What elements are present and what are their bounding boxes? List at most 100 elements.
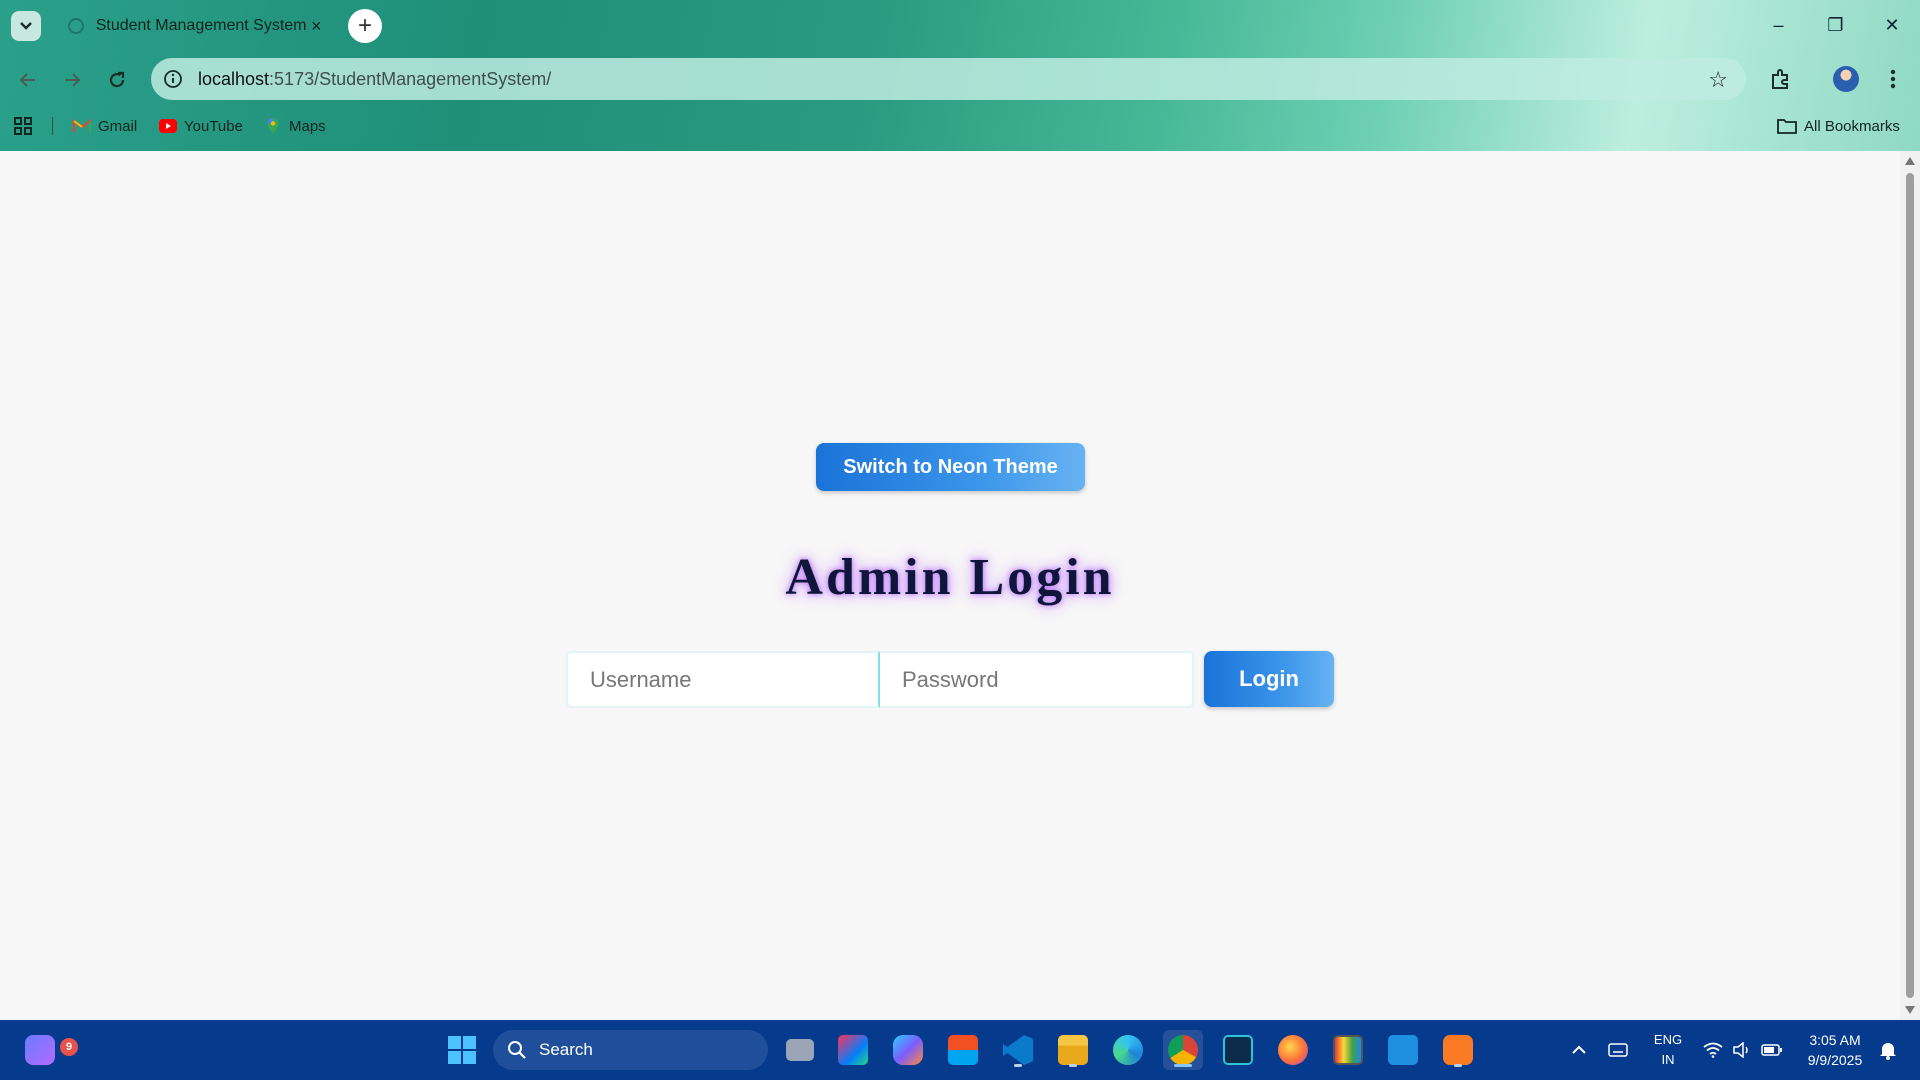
store-button[interactable]	[943, 1030, 983, 1070]
new-tab-button[interactable]: +	[348, 9, 382, 43]
search-label: Search	[539, 1040, 593, 1059]
extensions-button[interactable]	[1764, 62, 1798, 96]
switch-theme-button[interactable]: Switch to Neon Theme	[816, 443, 1085, 491]
menu-button[interactable]	[1876, 62, 1910, 96]
edge-icon	[1113, 1035, 1143, 1065]
clock-date: 9/9/2025	[1807, 1052, 1863, 1068]
bookmarks-divider	[52, 117, 53, 135]
address-bar[interactable]: localhost:5173/StudentManagementSystem/ …	[151, 58, 1746, 100]
page-scrollbar[interactable]	[1900, 151, 1920, 1020]
gmail-icon	[73, 119, 91, 132]
store-icon	[948, 1035, 978, 1065]
keyboard-icon	[1608, 1043, 1628, 1057]
puzzle-icon	[1772, 69, 1788, 89]
youtube-icon	[159, 119, 177, 133]
task-view-icon	[786, 1039, 814, 1061]
apps-grid-icon	[14, 117, 32, 135]
bookmark-gmail[interactable]: Gmail	[73, 113, 137, 139]
username-input[interactable]: Username	[566, 651, 880, 708]
region-code: IN	[1661, 1052, 1675, 1067]
arrow-left-icon	[19, 73, 35, 87]
active-indicator	[1174, 1064, 1192, 1067]
running-indicator	[1069, 1064, 1077, 1067]
back-button[interactable]	[12, 64, 44, 96]
volume-icon	[1733, 1042, 1748, 1058]
chevron-down-icon	[20, 22, 32, 30]
login-button[interactable]: Login	[1204, 651, 1334, 707]
intellij-button[interactable]	[833, 1030, 873, 1070]
scroll-up-icon[interactable]	[1905, 157, 1915, 165]
app-button-2[interactable]	[1328, 1030, 1368, 1070]
bookmark-youtube[interactable]: YouTube	[159, 113, 243, 139]
bookmark-star-icon[interactable]: ☆	[1708, 67, 1728, 93]
firefox-button[interactable]	[1273, 1030, 1313, 1070]
reload-icon	[109, 71, 125, 88]
apps-button[interactable]	[14, 113, 32, 139]
reload-button[interactable]	[101, 64, 133, 96]
url-host: localhost	[198, 68, 270, 89]
app-button-3[interactable]	[1383, 1030, 1423, 1070]
firefox-icon	[1278, 1035, 1308, 1065]
keyboard-button[interactable]	[1598, 1030, 1638, 1070]
file-explorer-button[interactable]	[1053, 1030, 1093, 1070]
bookmarks-bar: Gmail YouTube Maps All Bookmarks	[0, 110, 1920, 142]
profile-button[interactable]	[1829, 62, 1863, 96]
taskbar-search[interactable]: Search	[493, 1030, 768, 1070]
scroll-thumb[interactable]	[1906, 173, 1914, 998]
url-path: :5173/StudentManagementSystem/	[269, 68, 552, 89]
app-button-1[interactable]	[1218, 1030, 1258, 1070]
minimize-button[interactable]: –	[1750, 0, 1807, 50]
copilot-button[interactable]	[888, 1030, 928, 1070]
app-icon	[1333, 1035, 1363, 1065]
site-info-icon[interactable]	[160, 66, 186, 92]
taskbar: 9 Search ENG IN 3:05 AM 9/9/2025	[0, 1020, 1920, 1080]
notification-badge: 9	[60, 1038, 78, 1056]
show-hidden-icons-button[interactable]	[1559, 1030, 1599, 1070]
forward-button[interactable]	[56, 64, 88, 96]
close-window-button[interactable]: ✕	[1864, 0, 1920, 50]
kebab-menu-icon	[1890, 69, 1896, 89]
app-icon	[1388, 1035, 1418, 1065]
chrome-icon	[1168, 1035, 1198, 1065]
bookmark-label: Maps	[289, 117, 326, 135]
teams-button[interactable]: 9	[20, 1030, 78, 1070]
battery-button[interactable]	[1752, 1030, 1792, 1070]
language-indicator[interactable]: ENG IN	[1650, 1030, 1686, 1070]
bell-icon	[1880, 1043, 1896, 1060]
taskbar-clock[interactable]: 3:05 AM 9/9/2025	[1800, 1030, 1870, 1070]
password-input[interactable]: Password	[880, 651, 1194, 708]
maps-icon	[267, 118, 279, 134]
start-icon	[448, 1036, 476, 1064]
language-code: ENG	[1653, 1032, 1683, 1047]
start-button[interactable]	[442, 1030, 482, 1070]
restore-button[interactable]: ❐	[1807, 0, 1864, 50]
teams-icon	[25, 1035, 55, 1065]
task-view-button[interactable]	[780, 1030, 820, 1070]
tab-strip: Student Management System × + – ❐ ✕	[0, 0, 1920, 50]
notifications-button[interactable]	[1868, 1030, 1908, 1070]
bookmark-maps[interactable]: Maps	[264, 113, 326, 139]
arrow-right-icon	[65, 73, 81, 87]
scroll-down-icon[interactable]	[1905, 1006, 1915, 1014]
all-bookmarks-button[interactable]: All Bookmarks	[1777, 113, 1900, 139]
wifi-icon	[1703, 1042, 1723, 1058]
xampp-button[interactable]	[1438, 1030, 1478, 1070]
globe-icon	[68, 18, 84, 34]
all-bookmarks-label: All Bookmarks	[1804, 117, 1900, 135]
page-title: Admin Login	[785, 549, 1115, 606]
running-indicator	[1454, 1064, 1462, 1067]
vscode-button[interactable]	[998, 1030, 1038, 1070]
edge-button[interactable]	[1108, 1030, 1148, 1070]
url-text: localhost:5173/StudentManagementSystem/	[198, 69, 551, 90]
copilot-icon	[893, 1035, 923, 1065]
close-tab-icon[interactable]: ×	[306, 16, 326, 37]
intellij-icon	[838, 1035, 868, 1065]
tab-search-button[interactable]	[11, 11, 41, 41]
folder-icon	[1058, 1035, 1088, 1065]
app-icon	[1223, 1035, 1253, 1065]
chevron-up-icon	[1572, 1045, 1586, 1054]
chrome-button[interactable]	[1163, 1030, 1203, 1070]
bookmark-label: YouTube	[184, 117, 243, 135]
login-form: Username Password Login	[566, 651, 1334, 708]
tab-active[interactable]: Student Management System ×	[56, 6, 338, 46]
